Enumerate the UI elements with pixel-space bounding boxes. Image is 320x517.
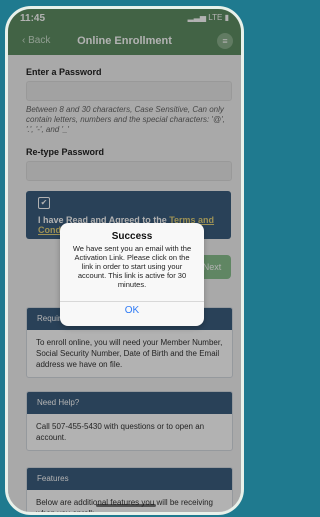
phone-frame: 11:45 ▂▃▅ LTE ▮ ‹ Back Online Enrollment… — [5, 6, 244, 515]
alert-message: We have sent you an email with the Activ… — [72, 244, 192, 289]
home-indicator — [96, 504, 156, 507]
screen: 11:45 ▂▃▅ LTE ▮ ‹ Back Online Enrollment… — [8, 9, 241, 512]
alert-divider — [60, 301, 204, 302]
success-alert: Success We have sent you an email with t… — [60, 223, 204, 326]
alert-title: Success — [111, 231, 153, 242]
alert-ok-button[interactable]: OK — [60, 305, 204, 316]
